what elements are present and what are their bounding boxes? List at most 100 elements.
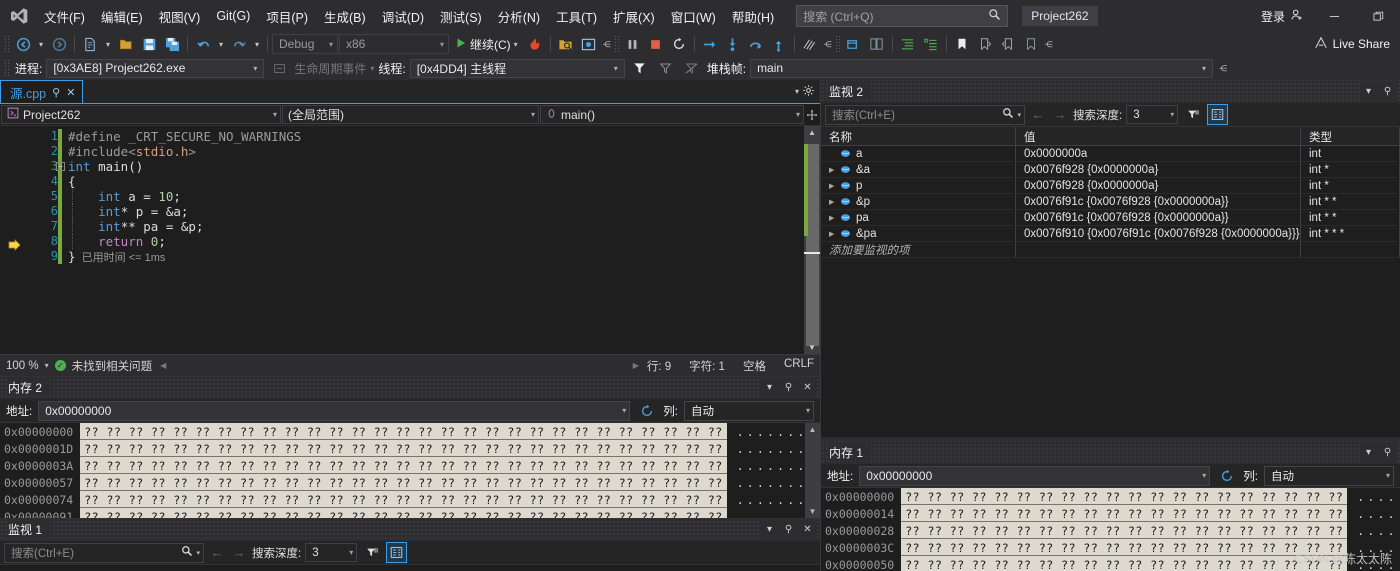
watch-row-value-cell[interactable]: 0x0076f91c {0x0076f928 {0x0000000a}} [1016,194,1301,209]
memory-row-hex[interactable]: ?? ?? ?? ?? ?? ?? ?? ?? ?? ?? ?? ?? ?? ?… [901,488,1348,505]
process-combo[interactable]: [0x3AE8] Project262.exe ▾ [46,58,265,78]
watch1-depth-combo[interactable]: 3 ▾ [305,543,358,562]
window-layout-icon[interactable] [843,33,865,55]
chevron-down-icon[interactable]: ▾ [761,378,778,397]
solution-platform-combo[interactable]: x86 ▾ [339,34,449,54]
save-all-icon[interactable] [161,33,183,55]
threads-overflow[interactable]: ⋲ [822,33,834,55]
diagnostic-tools-icon[interactable] [578,33,600,55]
debug-bar-overflow[interactable]: ⋲ [1217,57,1229,79]
watch-row-name-cell[interactable]: ▶ &pa [821,226,1016,241]
undo-dropdown[interactable]: ▾ [215,33,227,55]
watch-add-placeholder[interactable]: 添加要监视的项 [821,242,1016,257]
editor-horizontal-scrollbar[interactable]: ◀ ▶ [158,359,641,372]
bookmark-next-icon[interactable] [997,33,1019,55]
step-into-icon[interactable] [722,33,744,55]
menu-item-view[interactable]: 视图(V) [151,3,209,30]
new-item-icon[interactable] [79,33,101,55]
show-next-statement-icon[interactable] [699,33,721,55]
watch-row-value-cell[interactable]: 0x0076f91c {0x0076f928 {0x0000000a}} [1016,210,1301,225]
memory2-address-input[interactable]: 0x00000000 ▾ [38,400,631,421]
memory-row[interactable]: 0x00000028 ?? ?? ?? ?? ?? ?? ?? ?? ?? ?? … [821,522,1400,539]
pin-icon[interactable]: ⚲ [780,520,797,539]
chevron-down-icon[interactable]: ▾ [795,87,799,96]
memory-row[interactable]: 0x00000057 ?? ?? ?? ?? ?? ?? ?? ?? ?? ?? … [0,474,805,491]
diagnostics-overflow[interactable]: ⋲ [601,33,613,55]
chevron-down-icon[interactable]: ▾ [196,549,200,557]
memory-row[interactable]: 0x0000001D ?? ?? ?? ?? ?? ?? ?? ?? ?? ?? … [0,440,805,457]
memory1-address-input[interactable]: 0x00000000 ▾ [859,465,1211,486]
watch-row[interactable]: ▶ &p 0x0076f91c {0x0076f928 {0x0000000a}} i… [821,194,1400,210]
arrow-right-icon[interactable]: → [230,543,248,563]
watch-row[interactable]: a 0x0000000a int [821,146,1400,162]
scroll-left-arrow-icon[interactable]: ◀ [160,361,166,370]
watch-row-value-cell[interactable]: 0x0076f910 {0x0076f91c {0x0076f928 {0x00… [1016,226,1301,241]
no-flag-icon[interactable] [681,57,703,79]
pin-icon[interactable]: ⚲ [52,86,60,99]
menu-item-extensions[interactable]: 扩展(X) [605,3,663,30]
hexadecimal-display-icon[interactable] [1207,104,1229,125]
watch1-search-input[interactable]: 搜索(Ctrl+E) ▾ [4,542,204,563]
watch-row[interactable]: ▶ pa 0x0076f91c {0x0076f928 {0x0000000a}} i… [821,210,1400,226]
editor-vertical-scrollbar[interactable]: ▲ ▼ [804,126,820,354]
stackframe-combo[interactable]: main ▾ [750,58,1214,78]
memory2-body[interactable]: 0x00000000 ?? ?? ?? ?? ?? ?? ?? ?? ?? ?? … [0,423,820,518]
menu-item-git[interactable]: Git(G) [208,5,258,27]
memory-row-hex[interactable]: ?? ?? ?? ?? ?? ?? ?? ?? ?? ?? ?? ?? ?? ?… [80,423,727,440]
zoom-level-combo[interactable]: 100 % ▾ [6,360,49,372]
chevron-down-icon[interactable]: ▾ [1360,443,1377,462]
watch1-header[interactable]: 监视 1 ▾ ⚲ ✕ [0,518,820,541]
memory-row-hex[interactable]: ?? ?? ?? ?? ?? ?? ?? ?? ?? ?? ?? ?? ?? ?… [901,556,1348,571]
watch-row-name-cell[interactable]: ▶ pa [821,210,1016,225]
watch2-header[interactable]: 监视 2 ▾ ⚲ [821,80,1400,103]
scroll-down-arrow-icon[interactable]: ▼ [809,507,817,516]
indentation-status[interactable]: 空格 [743,358,766,374]
bookmark-prev-icon[interactable] [974,33,996,55]
expand-triangle-icon[interactable]: ▶ [829,182,838,190]
watch2-search-input[interactable]: 搜索(Ctrl+E) ▾ [825,104,1025,125]
hot-reload-icon[interactable] [524,33,546,55]
pause-icon[interactable] [622,33,644,55]
memory-row[interactable]: 0x00000074 ?? ?? ?? ?? ?? ?? ?? ?? ?? ?? … [0,491,805,508]
close-icon[interactable]: ✕ [799,520,816,539]
watch2-depth-combo[interactable]: 3 ▾ [1126,105,1179,124]
scroll-up-arrow-icon[interactable]: ▲ [804,126,820,139]
menu-item-debug[interactable]: 调试(D) [374,3,432,30]
navigate-back-icon[interactable] [12,33,34,55]
nav-member-combo[interactable]: main() ▾ [540,105,804,124]
comment-icon[interactable] [920,33,942,55]
memory1-header[interactable]: 内存 1 ▾ ⚲ [821,441,1400,464]
watch2-rows[interactable]: a 0x0000000a int ▶ &a 0x0076f928 {0x0000000a}… [821,146,1400,258]
open-folder-icon[interactable] [115,33,137,55]
minimize-button[interactable] [1312,0,1356,32]
flag-off-icon[interactable] [655,57,677,79]
menu-item-file[interactable]: 文件(F) [36,3,93,30]
step-over-icon[interactable] [745,33,767,55]
compare-icon[interactable] [866,33,888,55]
stop-icon[interactable] [645,33,667,55]
scroll-up-arrow-icon[interactable]: ▲ [809,425,817,434]
gear-icon[interactable] [802,84,815,100]
column-header-name[interactable]: 名称 [821,127,1016,145]
thread-combo[interactable]: [0x4DD4] 主线程 ▾ [409,58,625,78]
menu-item-help[interactable]: 帮助(H) [724,3,782,30]
memory-row[interactable]: 0x00000014 ?? ?? ?? ?? ?? ?? ?? ?? ?? ?? … [821,505,1400,522]
arrow-right-icon[interactable]: → [1051,105,1069,125]
expand-triangle-icon[interactable]: ▶ [829,230,838,238]
attach-to-process-icon[interactable] [555,33,577,55]
scrollbar-thumb[interactable] [804,144,819,346]
bookmark-clear-icon[interactable] [1020,33,1042,55]
watch-row[interactable]: ▶ &a 0x0076f928 {0x0000000a} int * [821,162,1400,178]
solution-configuration-combo[interactable]: Debug ▾ [272,34,338,54]
flag-icon[interactable] [629,57,651,79]
undo-icon[interactable] [192,33,214,55]
arrow-left-icon[interactable]: ← [208,543,226,563]
threads-icon[interactable] [799,33,821,55]
text-toolbar-grip[interactable] [834,35,842,53]
watch-row-name-cell[interactable]: a [821,146,1016,161]
memory2-scrollbar[interactable]: ▲ ▼ [805,423,820,518]
watch-row[interactable]: ▶ p 0x0076f928 {0x0000000a} int * [821,178,1400,194]
lifecycle-events-icon[interactable] [268,57,290,79]
menu-item-edit[interactable]: 编辑(E) [93,3,151,30]
live-share-button[interactable]: Live Share [1314,36,1390,53]
